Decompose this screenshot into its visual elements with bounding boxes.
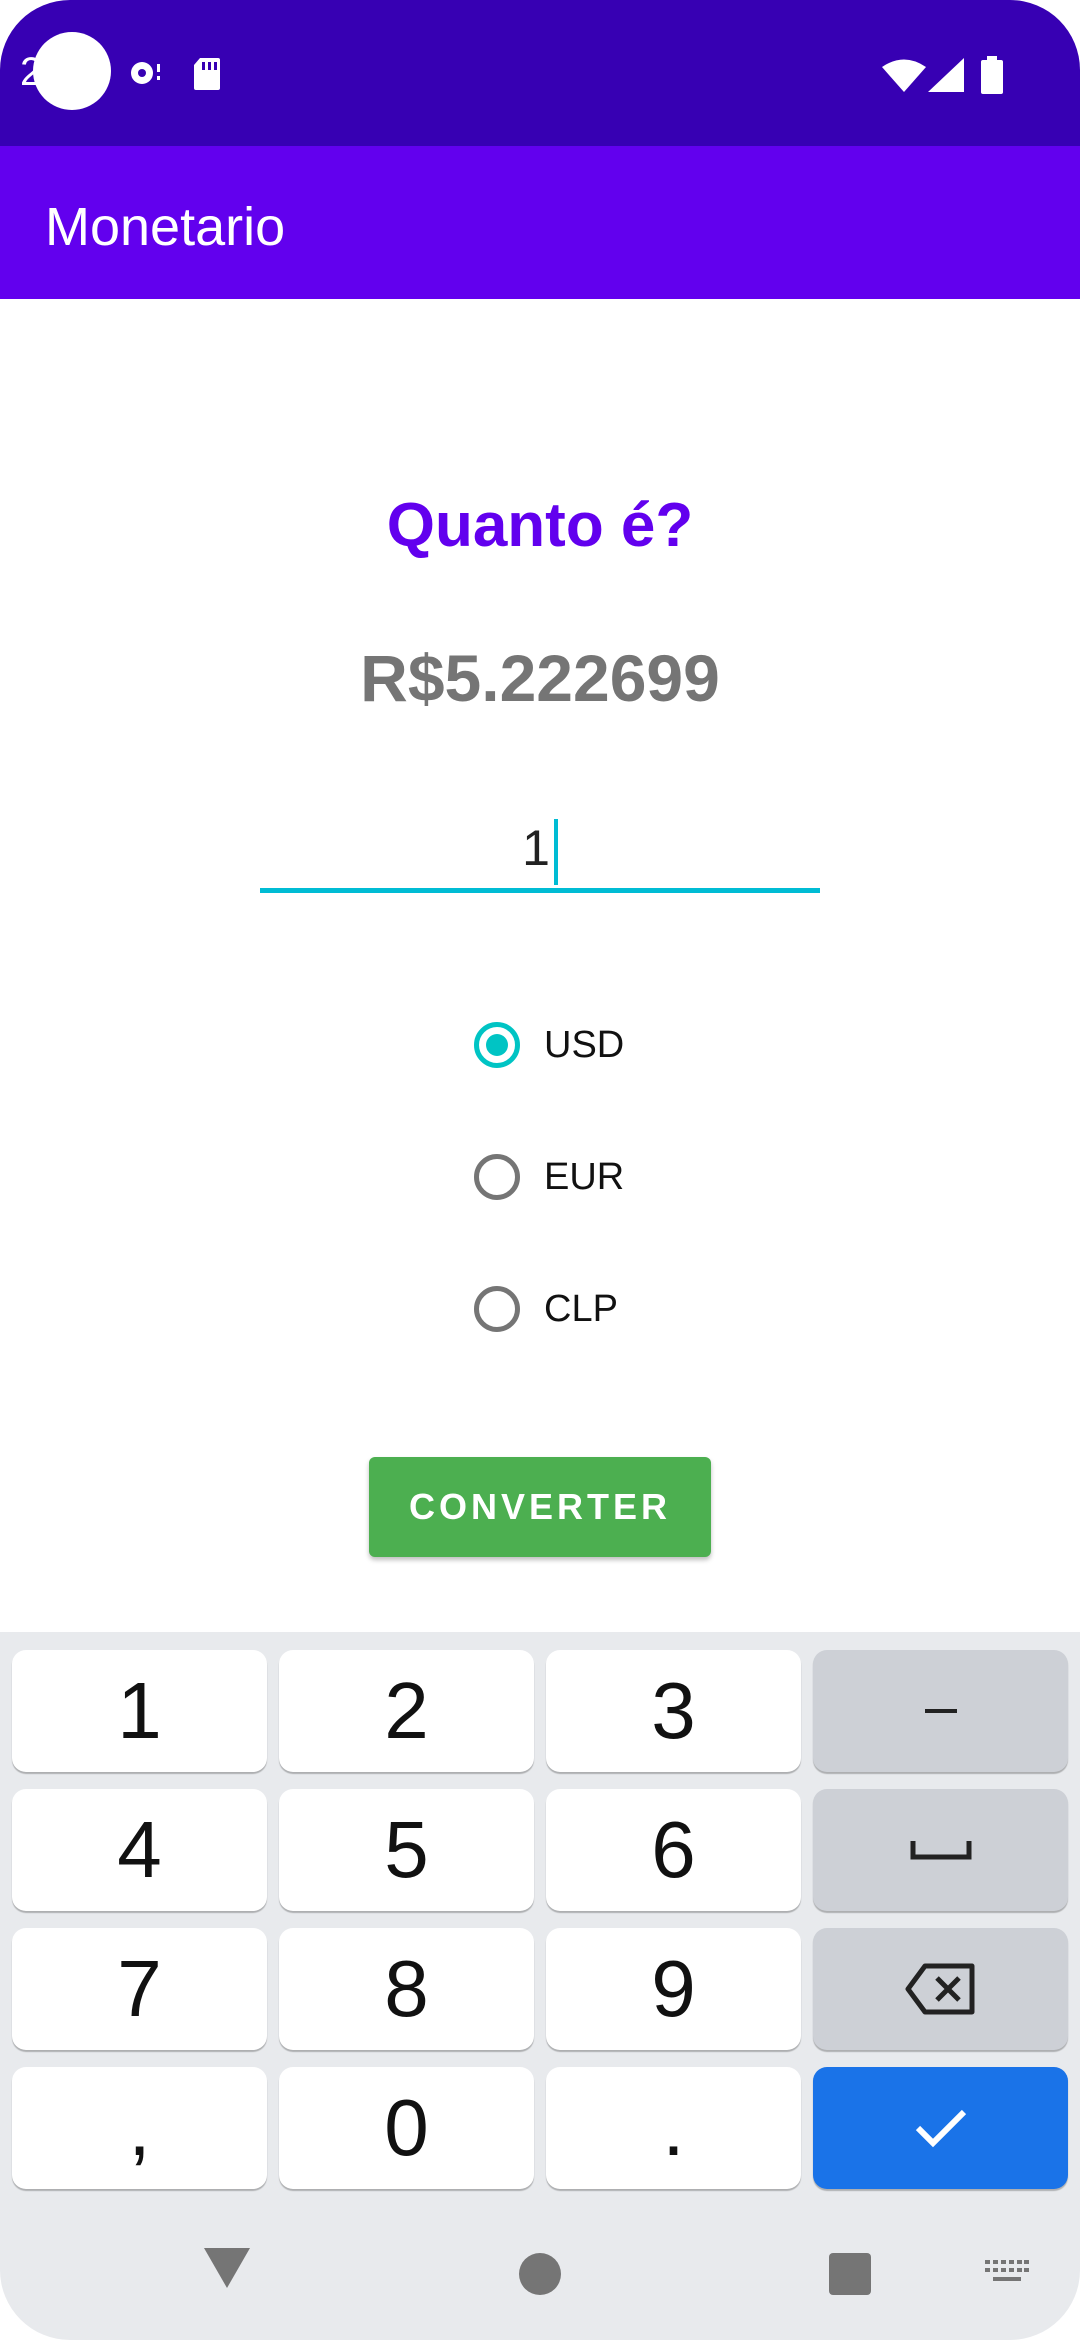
signal-icon (928, 58, 964, 97)
radio-usd[interactable]: USD (474, 1015, 624, 1075)
home-nav-icon[interactable] (519, 2253, 561, 2300)
radio-eur[interactable]: EUR (474, 1147, 624, 1207)
radio-label-clp: CLP (544, 1287, 618, 1330)
radio-button-checked[interactable] (474, 1022, 520, 1068)
key-9[interactable]: 9 (546, 1928, 801, 2050)
app-bar: Monetario (0, 146, 1080, 299)
media-icon (128, 58, 166, 93)
back-nav-icon[interactable] (204, 2248, 250, 2293)
conversion-result: R$5.222699 (360, 641, 720, 715)
key-comma[interactable]: , (12, 2067, 267, 2189)
radio-label-usd: USD (544, 1023, 625, 1066)
key-4[interactable]: 4 (12, 1789, 267, 1911)
recents-nav-icon[interactable] (829, 2253, 871, 2300)
key-space[interactable] (813, 1789, 1068, 1911)
backspace-icon (905, 1963, 974, 2015)
battery-icon (981, 56, 1003, 99)
key-5[interactable]: 5 (279, 1789, 534, 1911)
radio-clp[interactable]: CLP (474, 1279, 618, 1339)
keyboard-switch-icon[interactable] (985, 2260, 1029, 2291)
key-1[interactable]: 1 (12, 1650, 267, 1772)
check-icon (915, 2109, 966, 2148)
minus-icon (924, 1709, 957, 1713)
app-title: Monetario (45, 197, 286, 257)
sd-card-icon (192, 56, 222, 97)
convert-button[interactable]: CONVERTER (369, 1457, 711, 1557)
key-8[interactable]: 8 (279, 1928, 534, 2050)
key-done[interactable] (813, 2067, 1068, 2189)
key-backspace[interactable] (813, 1928, 1068, 2050)
key-0[interactable]: 0 (279, 2067, 534, 2189)
text-cursor (553, 818, 558, 885)
key-6[interactable]: 6 (546, 1789, 801, 1911)
key-period[interactable]: . (546, 2067, 801, 2189)
radio-button[interactable] (474, 1286, 520, 1332)
wifi-icon (882, 58, 926, 97)
key-2[interactable]: 2 (279, 1650, 534, 1772)
camera-cutout (33, 32, 111, 110)
amount-input[interactable]: 1 (260, 808, 820, 893)
radio-label-eur: EUR (544, 1155, 625, 1198)
status-bar: 2 (0, 0, 1080, 146)
key-7[interactable]: 7 (12, 1928, 267, 2050)
space-icon (910, 1841, 971, 1860)
amount-value: 1 (522, 820, 550, 876)
radio-button[interactable] (474, 1154, 520, 1200)
numeric-keyboard: 1 2 3 4 5 6 7 8 9 , 0 . (0, 1632, 1080, 2340)
key-minus[interactable] (813, 1650, 1068, 1772)
page-heading: Quanto é? (386, 491, 694, 560)
key-3[interactable]: 3 (546, 1650, 801, 1772)
